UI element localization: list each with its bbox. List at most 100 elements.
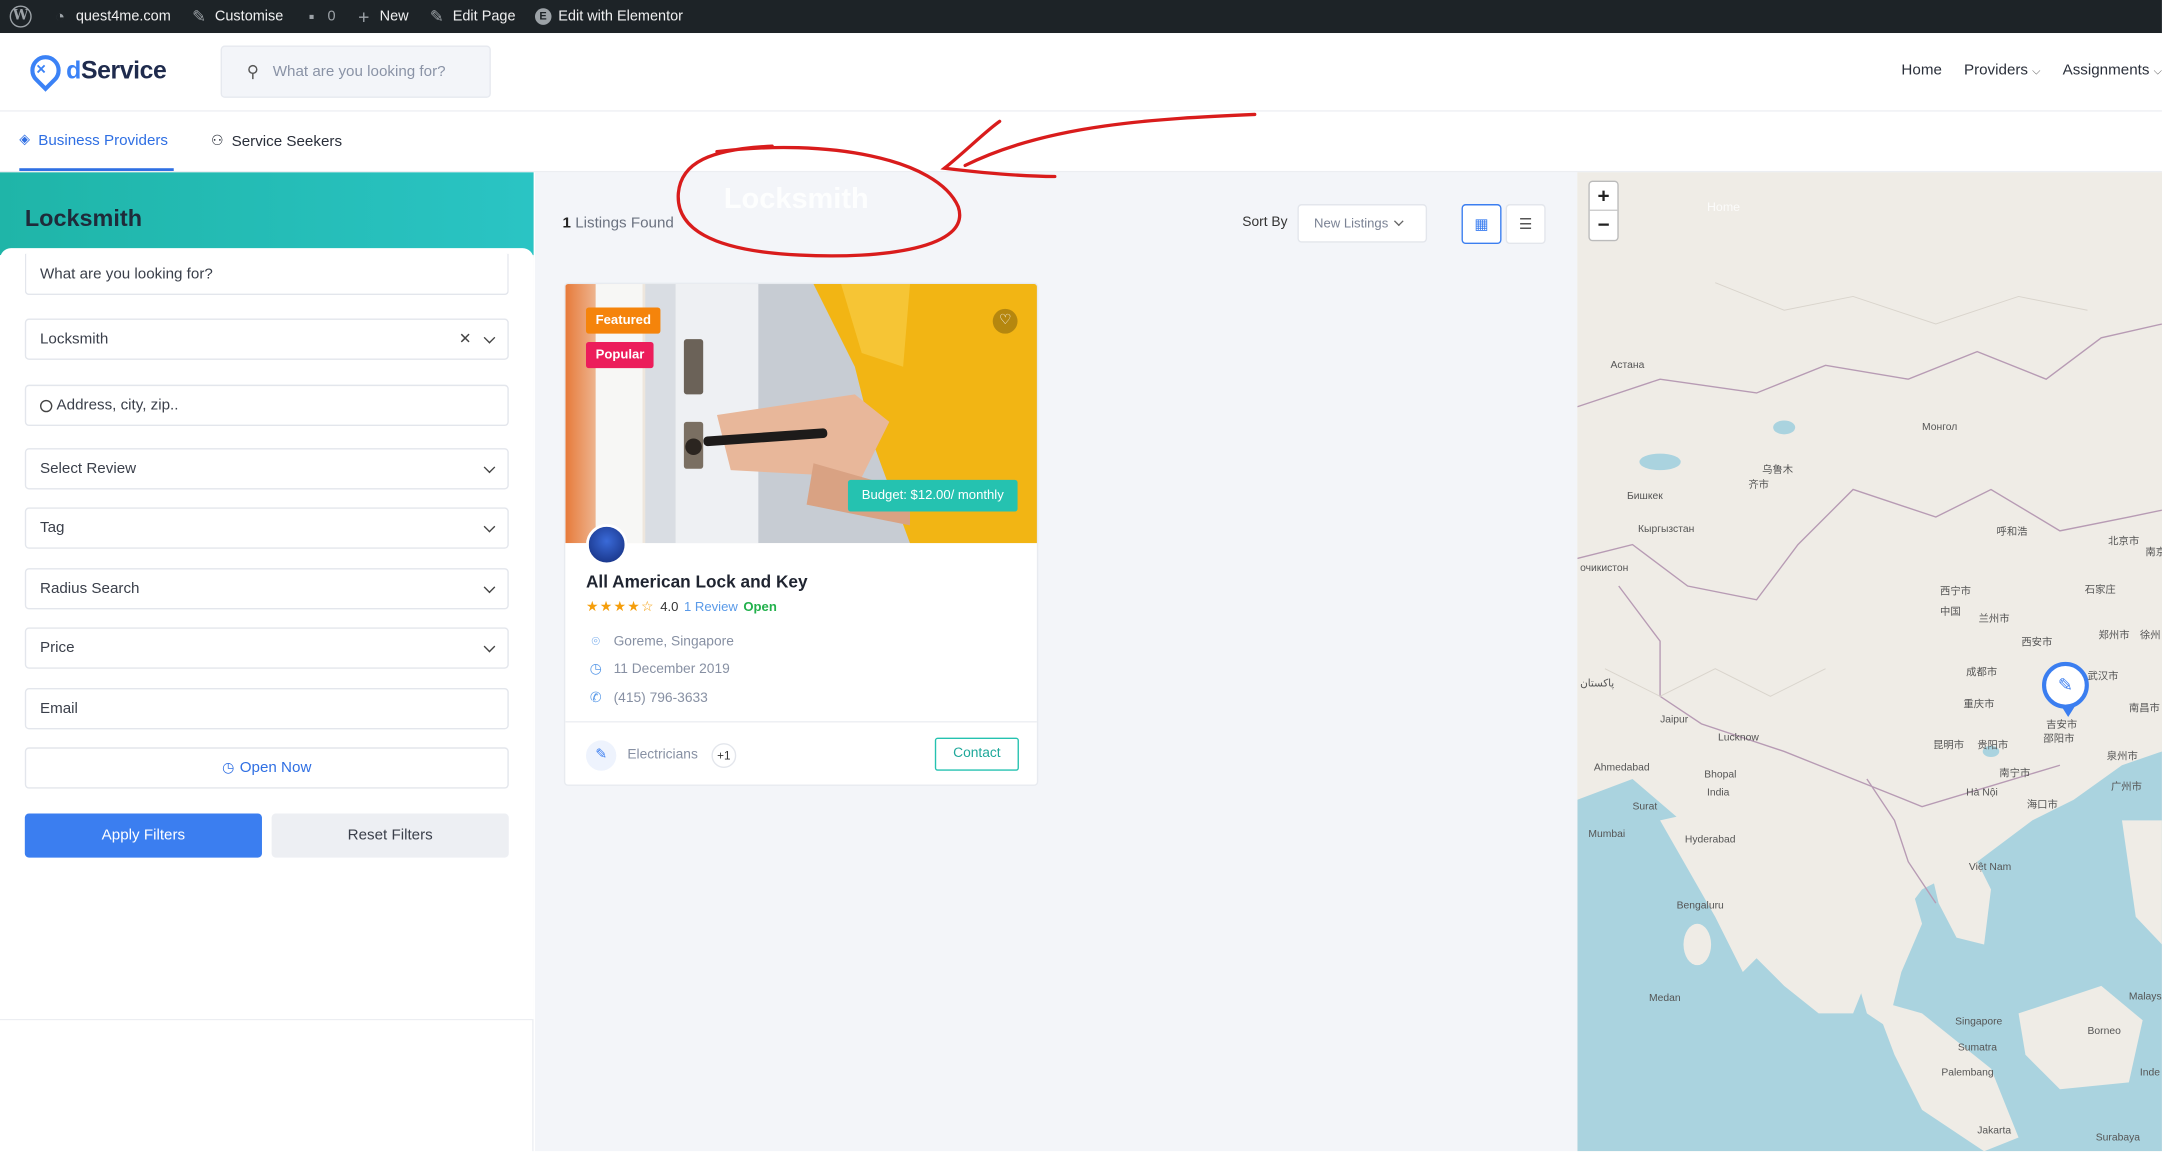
main-nav: Home Providers ⌵ Assignments ⌵ <box>1901 62 2162 79</box>
sort-select[interactable]: New Listings <box>1297 204 1428 243</box>
reset-filters-button[interactable]: Reset Filters <box>271 813 509 858</box>
tab-business-providers-label: Business Providers <box>38 131 169 149</box>
listing-photo[interactable]: Featured Popular ♡ Budget: $12.00/ month… <box>565 284 1037 544</box>
clear-icon[interactable]: ✕ <box>459 330 472 348</box>
nav-assignments[interactable]: Assignments ⌵ <box>2063 62 2162 79</box>
map-label: Malays <box>2128 989 2162 1003</box>
email-input[interactable]: Email <box>24 688 509 730</box>
site-logo[interactable]: dService <box>24 48 167 92</box>
review-select[interactable]: Select Review <box>24 448 509 490</box>
clock-icon: ◷ <box>222 760 235 776</box>
listing-date: ◷ 11 December 2019 <box>589 662 730 677</box>
address-placeholder: Address, city, zip.. <box>56 397 179 414</box>
results-map[interactable]: + − Home Астана Бишкек Кыргызстан Монгол 乌鲁木… <box>1577 172 2162 1152</box>
listing-rating: ★★★★☆ 4.0 1 Review Open <box>586 600 777 615</box>
new-content-link[interactable]: + New <box>345 0 418 33</box>
category-select[interactable]: Locksmith ✕ <box>24 318 509 360</box>
nav-home[interactable]: Home <box>1901 62 1941 79</box>
review-count-link[interactable]: 1 Review <box>684 600 738 615</box>
wrench-icon: ✎ <box>585 740 617 771</box>
map-tiles <box>1577 172 2162 1152</box>
comments-link[interactable]: ▪ 0 <box>293 0 345 33</box>
zoom-in-button[interactable]: + <box>1589 182 1618 211</box>
filter-sidebar: Locksmith What are you looking for? Lock… <box>0 172 534 1152</box>
nav-providers[interactable]: Providers ⌵ <box>1964 62 2041 79</box>
map-label: 成都市 <box>1966 665 1998 679</box>
site-header: dService ⚲ What are you looking for? Hom… <box>0 33 2162 112</box>
popular-badge: Popular <box>585 341 655 369</box>
tag-select[interactable]: Tag <box>24 507 509 549</box>
map-label: Singapore <box>1955 1014 2003 1028</box>
chevron-down-icon <box>483 461 496 476</box>
zoom-out-button[interactable]: − <box>1590 211 1618 240</box>
location-text: Goreme, Singapore <box>613 634 734 650</box>
listing-footer: ✎ Electricians +1 Contact <box>565 721 1037 784</box>
customise-link[interactable]: ✎ Customise <box>180 0 293 33</box>
chevron-down-icon <box>483 331 496 346</box>
map-label: 兰州市 <box>1978 612 2010 625</box>
heart-icon[interactable]: ♡ <box>992 308 1018 334</box>
grid-view-button[interactable]: ▦ <box>1461 204 1502 245</box>
listings-found-label: Listings Found <box>570 215 674 232</box>
open-now-label: Open Now <box>239 759 312 777</box>
map-label: Астана <box>1610 358 1645 371</box>
listing-phone[interactable]: ✆ (415) 796-3633 <box>589 691 708 706</box>
map-label: India <box>1706 785 1730 799</box>
provider-avatar[interactable] <box>585 523 628 566</box>
nav-assignments-label: Assignments <box>2062 62 2150 79</box>
category-label[interactable]: Electricians <box>627 747 698 762</box>
site-name-link[interactable]: ◔ quest4me.com <box>41 0 180 33</box>
budget-badge: Budget: $12.00/ monthly <box>847 479 1018 512</box>
more-categories-badge[interactable]: +1 <box>711 743 737 768</box>
building-icon: ◈ <box>19 132 30 148</box>
map-label: 广州市 <box>2110 780 2142 793</box>
listing-title[interactable]: All American Lock and Key <box>586 572 808 591</box>
map-label: 南宁市 <box>1999 766 2031 780</box>
phone-icon: ✆ <box>589 690 602 706</box>
tab-business-providers[interactable]: ◈ Business Providers <box>19 112 174 171</box>
listing-map-marker[interactable]: ✎ <box>2042 661 2089 717</box>
nav-providers-label: Providers <box>1963 62 2029 79</box>
radius-select[interactable]: Radius Search <box>24 568 509 610</box>
map-label: очикистон <box>1580 561 1629 574</box>
customise-label: Customise <box>214 8 284 25</box>
map-label: Jaipur <box>1660 712 1689 726</box>
sort-by-label: Sort By <box>1242 215 1288 231</box>
wp-logo-menu[interactable]: W <box>0 0 41 33</box>
open-now-toggle[interactable]: ◷ Open Now <box>24 747 509 789</box>
edit-page-link[interactable]: ✎ Edit Page <box>418 0 525 33</box>
map-label: 武汉市 <box>2087 670 2119 683</box>
elementor-link[interactable]: E Edit with Elementor <box>525 0 692 33</box>
price-select[interactable]: Price <box>24 627 509 669</box>
header-search-input[interactable]: ⚲ What are you looking for? <box>220 45 491 98</box>
email-placeholder: Email <box>39 700 78 717</box>
filter-title: Locksmith <box>24 205 143 232</box>
keyword-input[interactable]: What are you looking for? <box>24 253 509 296</box>
star-rating-icon: ★★★★☆ <box>585 599 655 615</box>
map-label: 南京 <box>2145 546 2162 559</box>
map-label: Jakarta <box>1977 1123 2012 1137</box>
location-circle-icon <box>39 399 53 412</box>
logo-prefix: d <box>66 55 81 84</box>
brush-icon: ✎ <box>192 6 207 26</box>
map-pin-icon: ⌾ <box>591 634 600 650</box>
map-label: 南昌市 <box>2128 701 2160 715</box>
wp-admin-bar: W ◔ quest4me.com ✎ Customise ▪ 0 + New ✎… <box>0 0 2162 34</box>
listing-location: ⌾ Goreme, Singapore <box>589 634 734 649</box>
map-label: Borneo <box>2087 1024 2121 1037</box>
map-label: پاکستان <box>1580 676 1615 690</box>
search-icon: ⚲ <box>246 62 259 82</box>
dashboard-icon: ◔ <box>54 6 65 26</box>
chevron-down-icon: ⌵ <box>2153 64 2162 78</box>
header-search-placeholder: What are you looking for? <box>272 63 446 80</box>
address-input[interactable]: Address, city, zip.. <box>24 384 509 427</box>
logo-rest: Service <box>80 55 167 84</box>
apply-filters-button[interactable]: Apply Filters <box>24 813 262 858</box>
list-view-button[interactable]: ☰ <box>1505 204 1546 245</box>
open-status: Open <box>743 599 777 615</box>
contact-button[interactable]: Contact <box>934 737 1019 771</box>
review-value: Select Review <box>39 460 137 478</box>
map-label: 贵阳市 <box>1977 739 2009 752</box>
listing-card[interactable]: Featured Popular ♡ Budget: $12.00/ month… <box>563 282 1039 786</box>
tab-service-seekers[interactable]: ⚇ Service Seekers <box>211 112 342 171</box>
